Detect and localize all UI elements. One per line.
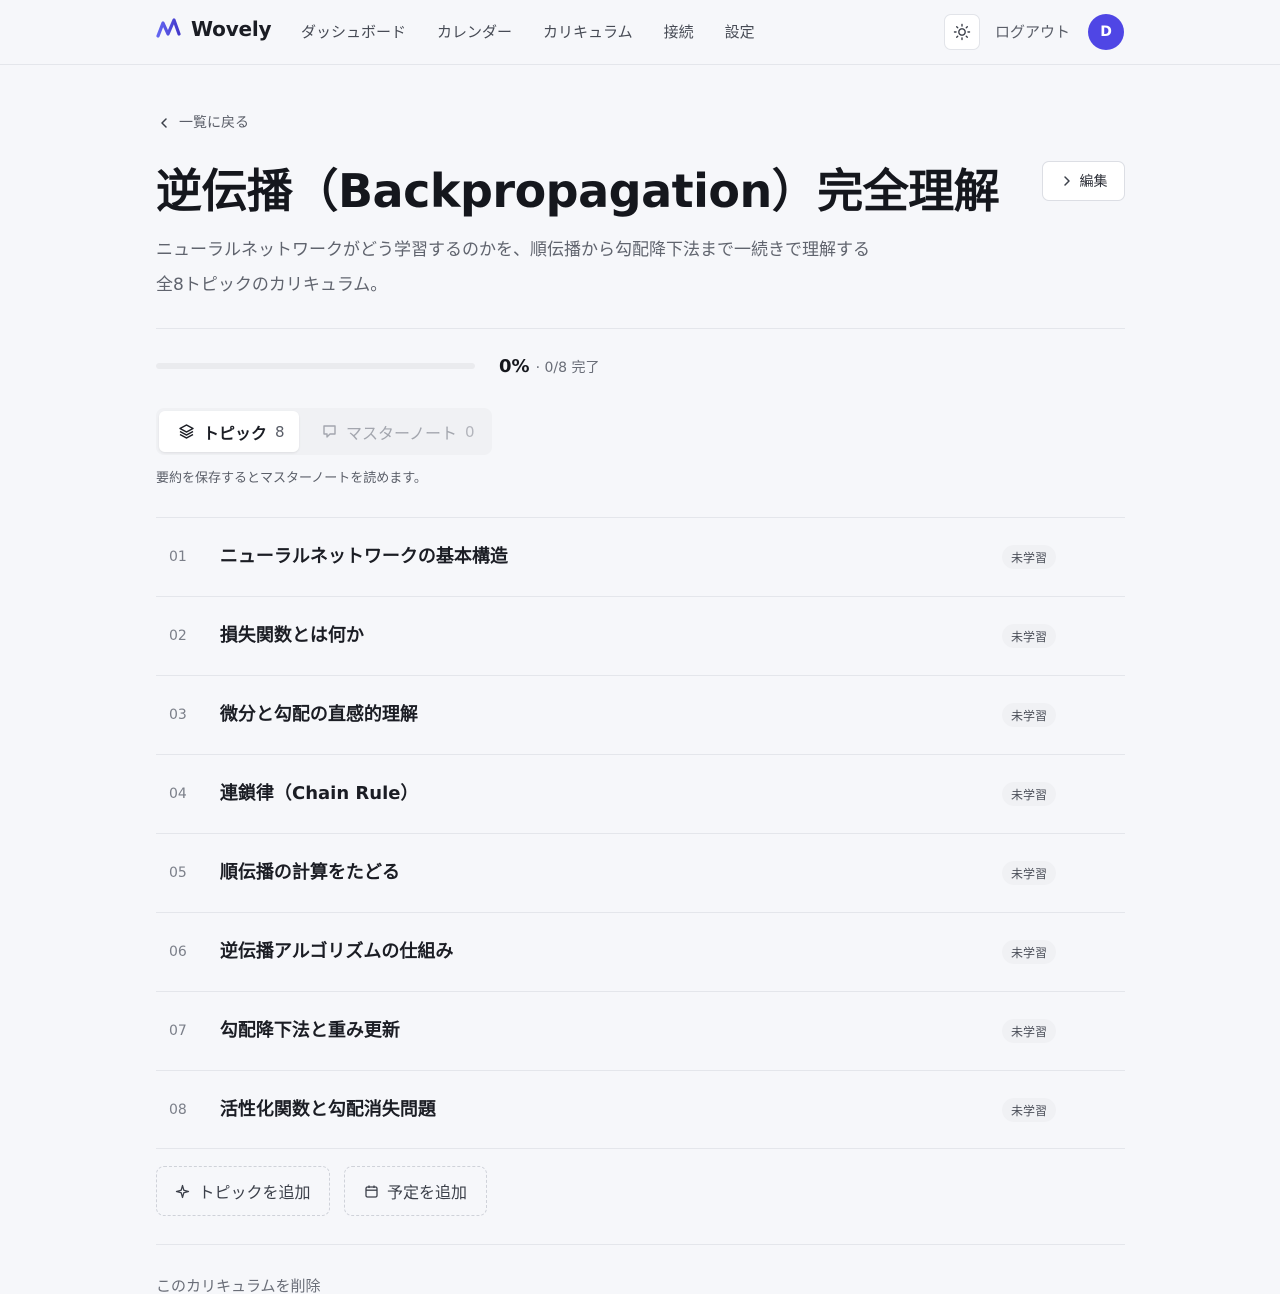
topic-row[interactable]: 01 ニューラルネットワークの基本構造 未学習: [156, 517, 1125, 596]
status-badge: 未学習: [1002, 624, 1057, 648]
wovely-logo-icon: [156, 18, 181, 38]
progress-bar: [156, 363, 475, 369]
curriculum-description: ニューラルネットワークがどう学習するのかを、順伝播から勾配降下法まで一続きで理解…: [156, 240, 870, 295]
topic-title[interactable]: 連鎖律（Chain Rule）: [220, 782, 418, 806]
back-label: 一覧に戻る: [179, 115, 249, 131]
tab-topics[interactable]: トピック 8: [159, 411, 299, 452]
master-note-hint: 要約を保存するとマスターノートを読めます。: [156, 471, 427, 486]
nav-calendar[interactable]: カレンダー: [437, 22, 512, 42]
topic-title[interactable]: 逆伝播アルゴリズムの仕組み: [220, 940, 453, 964]
topic-title[interactable]: 微分と勾配の直感的理解: [220, 703, 418, 727]
status-badge: 未学習: [1002, 703, 1057, 727]
sparkle-icon: [176, 1184, 190, 1198]
topic-number: 03: [169, 707, 187, 723]
add-topic-label: トピックを追加: [198, 1183, 311, 1202]
back-to-list-link[interactable]: 一覧に戻る: [156, 114, 249, 132]
topic-number: 06: [169, 944, 187, 960]
tab-topics-label: トピック: [203, 423, 268, 443]
topic-title[interactable]: 順伝播の計算をたどる: [220, 861, 400, 885]
topic-number: 02: [169, 628, 187, 644]
top-nav-bar: Wovely ダッシュボード カレンダー カリキュラム 接続 設定 ログアウト …: [0, 0, 1280, 65]
avatar[interactable]: D: [1088, 14, 1124, 50]
main-nav: ダッシュボード カレンダー カリキュラム 接続 設定: [301, 22, 786, 42]
chevron-left-icon: [161, 118, 167, 128]
logo[interactable]: Wovely: [156, 17, 272, 41]
nav-connections[interactable]: 接続: [664, 22, 694, 42]
edit-label: 編集: [1079, 174, 1108, 190]
status-badge: 未学習: [1002, 545, 1057, 569]
divider: [156, 1244, 1125, 1245]
sun-icon: [953, 23, 971, 41]
topic-row[interactable]: 05 順伝播の計算をたどる 未学習: [156, 833, 1125, 912]
topic-number: 05: [169, 865, 187, 881]
status-badge: 未学習: [1002, 861, 1057, 885]
status-badge: 未学習: [1002, 1098, 1057, 1122]
status-badge: 未学習: [1002, 940, 1057, 964]
add-schedule-button[interactable]: 予定を追加: [344, 1166, 487, 1216]
progress-summary: 0% · 0/8 完了: [499, 356, 599, 377]
topic-row[interactable]: 07 勾配降下法と重み更新 未学習: [156, 991, 1125, 1070]
nav-settings[interactable]: 設定: [725, 22, 755, 42]
tab-topics-count: 8: [275, 422, 285, 441]
add-topic-button[interactable]: トピックを追加: [156, 1166, 330, 1216]
app-name: Wovely: [191, 17, 272, 41]
topic-number: 07: [169, 1023, 187, 1039]
topic-title[interactable]: 活性化関数と勾配消失問題: [220, 1098, 436, 1122]
topic-row[interactable]: 06 逆伝播アルゴリズムの仕組み 未学習: [156, 912, 1125, 991]
progress-count: · 0/8 完了: [535, 360, 600, 376]
topic-row[interactable]: 03 微分と勾配の直感的理解 未学習: [156, 675, 1125, 754]
logout-link[interactable]: ログアウト: [995, 22, 1070, 42]
nav-dashboard[interactable]: ダッシュボード: [301, 22, 406, 42]
topic-number: 04: [169, 786, 187, 802]
topic-title[interactable]: 損失関数とは何か: [220, 624, 364, 648]
topic-number: 01: [169, 549, 187, 565]
tab-master-notes-count: 0: [465, 422, 475, 441]
status-badge: 未学習: [1002, 1019, 1057, 1043]
status-badge: 未学習: [1002, 782, 1057, 806]
theme-toggle-button[interactable]: [944, 14, 980, 50]
topic-row[interactable]: 08 活性化関数と勾配消失問題 未学習: [156, 1070, 1125, 1149]
topic-row[interactable]: 04 連鎖律（Chain Rule） 未学習: [156, 754, 1125, 833]
layers-icon: [179, 424, 194, 439]
topic-number: 08: [169, 1102, 187, 1118]
nav-curriculum[interactable]: カリキュラム: [543, 22, 633, 42]
divider: [156, 328, 1125, 329]
tab-bar: トピック 8 マスターノート 0: [156, 408, 492, 455]
topic-row[interactable]: 02 損失関数とは何か 未学習: [156, 596, 1125, 675]
edit-button[interactable]: 編集: [1042, 161, 1125, 201]
delete-curriculum-link[interactable]: このカリキュラムを削除: [156, 1276, 321, 1294]
calendar-icon: [365, 1185, 378, 1198]
topic-title[interactable]: 勾配降下法と重み更新: [220, 1019, 400, 1043]
topic-title[interactable]: ニューラルネットワークの基本構造: [220, 545, 508, 569]
topic-list: 01 ニューラルネットワークの基本構造 未学習 02 損失関数とは何か 未学習 …: [156, 517, 1125, 1149]
note-icon: [323, 425, 336, 438]
chevron-right-icon: [1063, 176, 1070, 186]
tab-master-notes-label: マスターノート: [346, 423, 458, 443]
page-title: 逆伝播（Backpropagation）完全理解: [156, 164, 1000, 218]
add-schedule-label: 予定を追加: [386, 1183, 467, 1202]
tab-master-notes[interactable]: マスターノート 0: [319, 411, 489, 452]
progress-percent: 0%: [499, 356, 530, 377]
